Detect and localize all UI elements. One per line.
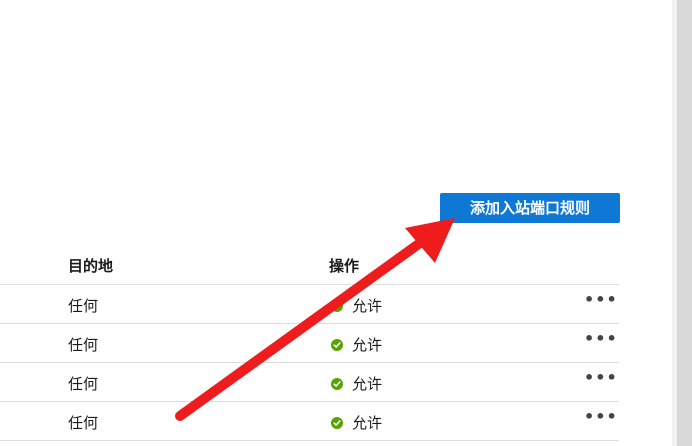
check-circle-icon <box>331 338 343 351</box>
action-label: 允许 <box>352 336 383 354</box>
inbound-rules-table: 目的地 操作 任何 允许 ••• 任何 允许 ••• 任何 允许 ••• 任何 … <box>0 245 619 441</box>
vertical-scrollbar[interactable] <box>677 0 692 446</box>
more-actions-button[interactable]: ••• <box>584 408 617 432</box>
destination-cell: 任何 <box>68 414 99 432</box>
table-row[interactable]: 任何 允许 ••• <box>0 285 619 324</box>
table-row[interactable]: 任何 允许 ••• <box>0 324 619 363</box>
action-label: 允许 <box>352 414 383 432</box>
destination-cell: 任何 <box>68 375 99 393</box>
action-label: 允许 <box>352 297 383 315</box>
column-header-action[interactable]: 操作 <box>329 255 359 276</box>
more-actions-button[interactable]: ••• <box>584 291 617 315</box>
action-cell: 允许 <box>331 334 382 355</box>
check-circle-icon <box>331 377 343 390</box>
table-header: 目的地 操作 <box>0 245 619 285</box>
page: 添加入站端口规则 目的地 操作 任何 允许 ••• 任何 允许 ••• 任何 允… <box>0 0 692 446</box>
table-row[interactable]: 任何 允许 ••• <box>0 363 619 402</box>
add-inbound-port-rule-button[interactable]: 添加入站端口规则 <box>440 193 620 223</box>
check-circle-icon <box>331 299 343 312</box>
action-label: 允许 <box>352 375 383 393</box>
more-actions-button[interactable]: ••• <box>584 330 617 354</box>
action-cell: 允许 <box>331 295 382 316</box>
column-header-destination[interactable]: 目的地 <box>68 255 113 276</box>
destination-cell: 任何 <box>68 297 99 315</box>
more-actions-button[interactable]: ••• <box>584 369 617 393</box>
check-circle-icon <box>331 416 343 429</box>
action-cell: 允许 <box>331 373 382 394</box>
destination-cell: 任何 <box>68 336 99 354</box>
table-row[interactable]: 任何 允许 ••• <box>0 402 619 441</box>
action-cell: 允许 <box>331 412 382 433</box>
